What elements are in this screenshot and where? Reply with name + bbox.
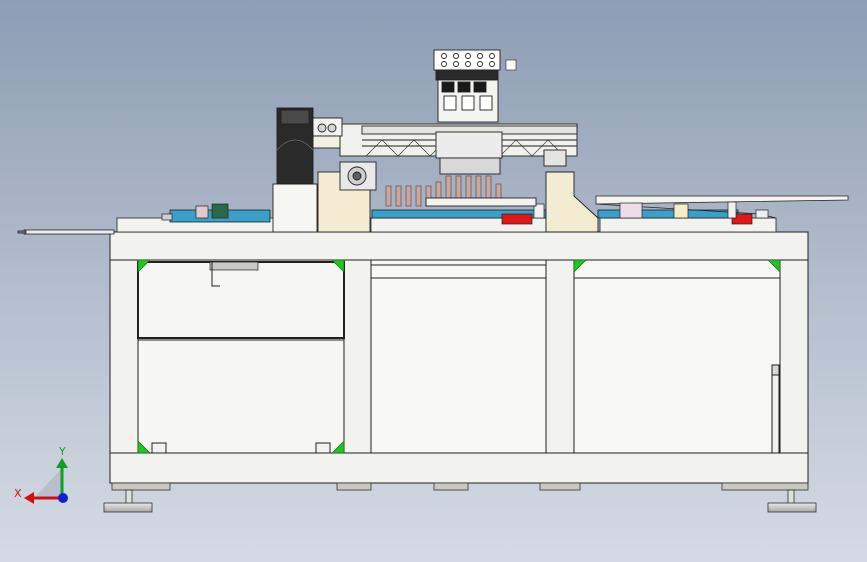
middle-bay-panel [370,259,547,454]
feet [103,482,817,513]
frame-post-2 [343,259,372,454]
machine-drawing: Y X [14,49,849,513]
y-axis-label: Y [58,445,66,458]
axis-triad: Y X [14,445,68,504]
top-motor-stack [433,49,517,123]
frame-right-post [779,259,809,454]
gantry-beam [277,117,578,157]
cad-viewport[interactable]: Y X [0,0,867,562]
probe-rod [17,229,115,235]
frame-left-post [109,259,139,454]
leveling-foot-left [103,502,153,513]
frame-bottom-beam [109,452,809,484]
motor-drum [276,107,314,185]
left-bay-panel [137,259,345,454]
pink-block [619,202,643,219]
z-axis-icon [58,493,68,503]
frame-post-3 [545,259,575,454]
right-column [545,171,599,233]
frame-top-beam [109,231,809,261]
right-door-handle [771,364,780,454]
pad-left-2 [315,442,331,454]
x-axis-label: X [14,487,22,500]
pad-left-1 [151,442,167,454]
leveling-foot-right [767,502,817,513]
right-bay-panel [573,259,781,454]
red-stop-middle [501,213,533,225]
left-box-support [272,183,318,233]
